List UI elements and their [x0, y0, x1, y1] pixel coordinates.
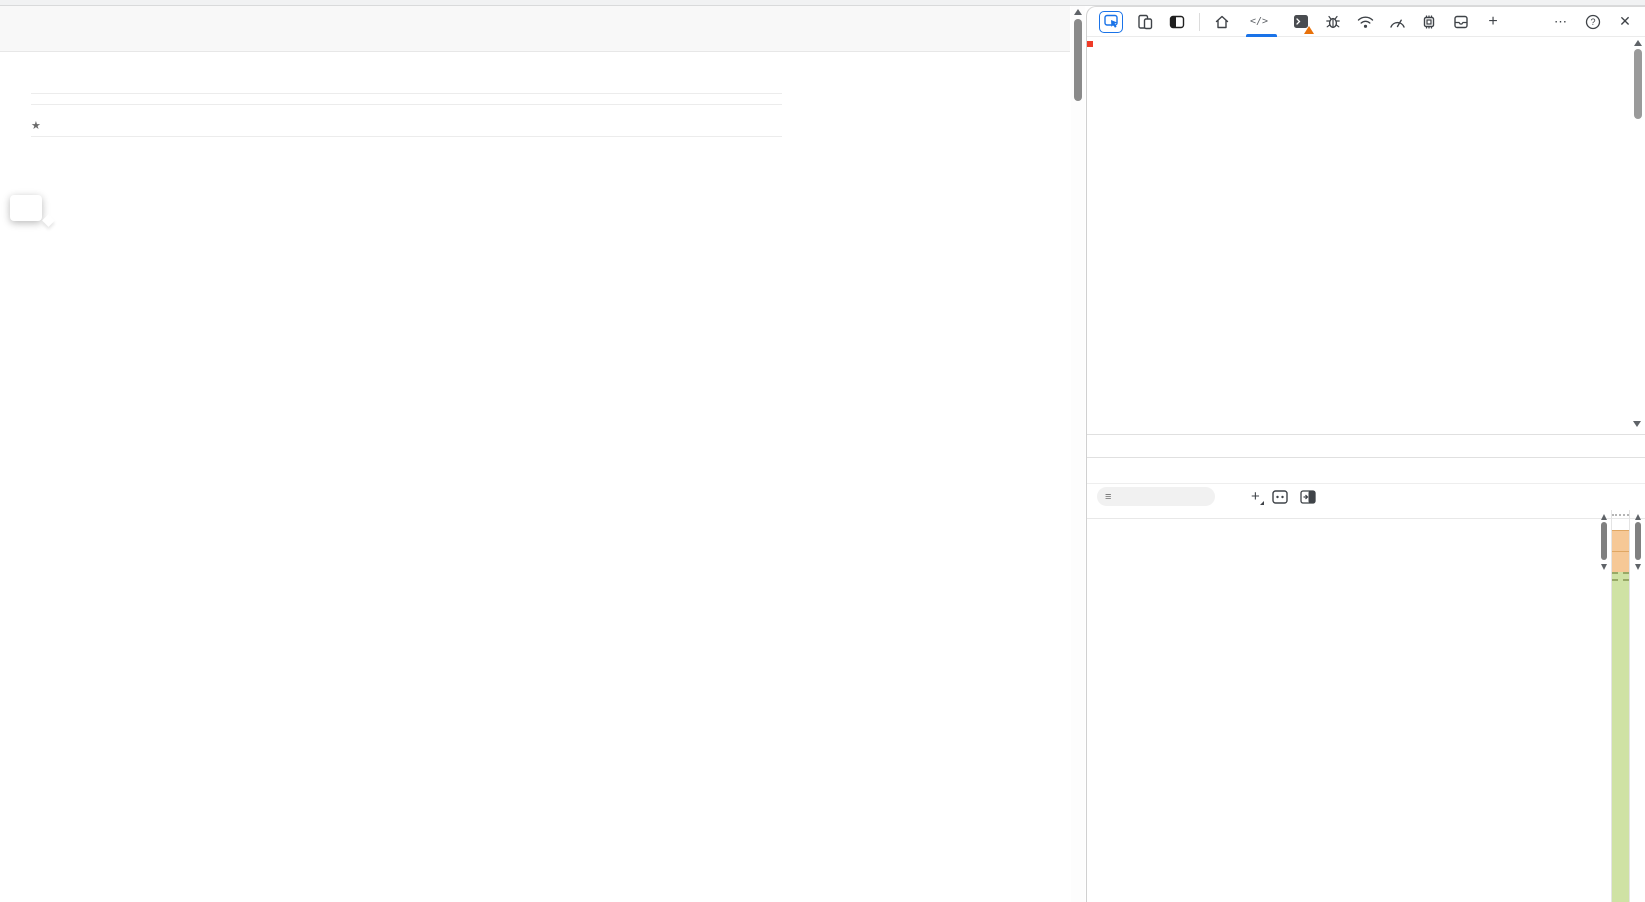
- browser-chrome-strip: [0, 0, 1645, 6]
- elements-tree-scrollbar[interactable]: [1630, 37, 1645, 434]
- element-states-icon[interactable]: [1272, 490, 1288, 504]
- home-icon[interactable]: [1212, 12, 1232, 32]
- scroll-overview-strip: [1611, 510, 1630, 902]
- overview-zero-label: [1612, 516, 1629, 530]
- scroll-up-arrow[interactable]: [1635, 514, 1641, 520]
- network-wifi-icon[interactable]: [1355, 12, 1375, 32]
- divider: [31, 104, 782, 105]
- devtools-panel: </> + ⋯ ? ✕: [1086, 6, 1645, 902]
- inspect-element-icon[interactable]: [1099, 11, 1123, 33]
- styles-scrollbar-right[interactable]: [1630, 510, 1645, 902]
- styles-pane: [1087, 510, 1645, 902]
- application-icon[interactable]: [1451, 12, 1471, 32]
- focus-mode-icon[interactable]: [1167, 12, 1187, 32]
- new-style-rule-button[interactable]: +: [1251, 488, 1260, 505]
- star-icon: ★: [31, 119, 41, 132]
- memory-chip-icon[interactable]: [1419, 12, 1439, 32]
- code-icon: </>: [1250, 16, 1268, 27]
- debugger-bug-icon[interactable]: [1323, 12, 1343, 32]
- page-scrollbar[interactable]: [1071, 6, 1085, 902]
- styles-scrollbar-left[interactable]: [1596, 510, 1611, 902]
- scrollbar-thumb[interactable]: [1074, 19, 1082, 101]
- browser-page: ★: [0, 6, 1070, 902]
- scrollbar-thumb[interactable]: [1601, 522, 1607, 560]
- scroll-up-arrow[interactable]: [1074, 9, 1082, 15]
- scroll-up-arrow[interactable]: [1634, 40, 1642, 46]
- filter-icon: ≡: [1105, 491, 1111, 503]
- close-devtools-icon[interactable]: ✕: [1615, 12, 1635, 32]
- elements-tree: [1087, 37, 1645, 434]
- overview-mark: [1612, 530, 1629, 551]
- device-emulation-icon[interactable]: [1135, 12, 1155, 32]
- scroll-down-arrow[interactable]: [1633, 421, 1641, 427]
- selector-annotation-box: [1087, 41, 1093, 47]
- scroll-down-arrow[interactable]: [1635, 564, 1641, 570]
- tab-elements[interactable]: </>: [1244, 7, 1279, 37]
- dom-breadcrumbs: [1087, 434, 1645, 457]
- page-title: [31, 66, 782, 93]
- computed-sidebar-toggle-icon[interactable]: [1300, 490, 1316, 504]
- scrollbar-thumb[interactable]: [1634, 49, 1642, 119]
- divider: [31, 93, 782, 94]
- styles-overview-column: [1596, 510, 1645, 902]
- console-icon[interactable]: [1291, 12, 1311, 32]
- divider: [31, 136, 782, 137]
- styles-filter-input[interactable]: ≡: [1097, 487, 1215, 506]
- scrollbar-thumb[interactable]: [1635, 522, 1641, 560]
- overview-mark-green: [1612, 572, 1629, 902]
- site-nav: [0, 6, 1070, 52]
- styles-filter-row: ≡ +: [1087, 483, 1645, 510]
- lesson-banner: ★: [31, 114, 782, 136]
- sidebar-tabs: [1087, 457, 1645, 483]
- selector-annotation-arrow: [1087, 37, 1645, 434]
- warning-badge-icon: [1304, 26, 1314, 34]
- clipped-css-rule: [1087, 519, 1645, 527]
- more-options-icon[interactable]: ⋯: [1551, 12, 1571, 32]
- scroll-up-arrow[interactable]: [1601, 514, 1607, 520]
- help-icon[interactable]: ?: [1583, 12, 1603, 32]
- scroll-down-arrow[interactable]: [1601, 564, 1607, 570]
- inspect-tooltip: [10, 195, 42, 221]
- add-panel-icon[interactable]: +: [1483, 12, 1503, 32]
- toolbar-separator: [1199, 13, 1200, 31]
- devtools-toolbar: </> + ⋯ ? ✕: [1087, 7, 1645, 37]
- overview-mark: [1612, 551, 1629, 572]
- performance-gauge-icon[interactable]: [1387, 12, 1407, 32]
- svg-text:?: ?: [1590, 17, 1595, 27]
